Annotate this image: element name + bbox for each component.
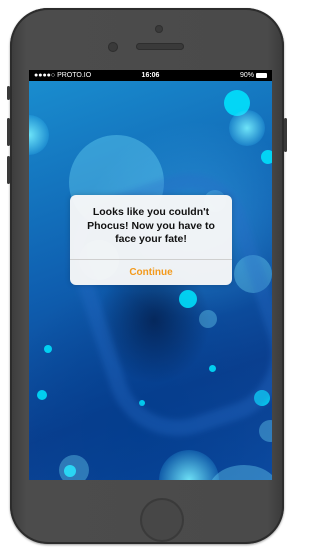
home-button[interactable] <box>140 498 184 542</box>
alert-message: Looks like you couldn't Phocus! Now you … <box>87 206 215 245</box>
bokeh-circle <box>261 150 272 164</box>
alert-dialog: Looks like you couldn't Phocus! Now you … <box>70 195 232 285</box>
bokeh-circle <box>209 465 272 480</box>
bokeh-circle <box>29 115 49 155</box>
bokeh-circle <box>259 420 272 442</box>
power-button <box>284 118 287 152</box>
mute-switch <box>7 86 10 100</box>
bokeh-circle <box>44 345 52 353</box>
bokeh-circle <box>37 390 47 400</box>
screen: ●●●●○ PROTO.IO 16:06 90% Looks like you … <box>29 70 272 480</box>
battery-indicator: 90% <box>240 70 267 81</box>
volume-up-button <box>7 118 10 146</box>
battery-icon <box>256 73 267 78</box>
time-label: 16:06 <box>141 72 160 79</box>
front-camera-icon <box>108 42 118 52</box>
status-bar: ●●●●○ PROTO.IO 16:06 90% <box>29 70 272 81</box>
bokeh-circle <box>229 110 265 146</box>
bokeh-circle <box>59 455 89 480</box>
bokeh-circle <box>159 450 219 480</box>
battery-label: 90% <box>239 72 254 79</box>
continue-button[interactable]: Continue <box>70 260 232 285</box>
earpiece-speaker <box>136 43 184 50</box>
volume-down-button <box>7 156 10 184</box>
sensor-dot <box>155 25 163 33</box>
